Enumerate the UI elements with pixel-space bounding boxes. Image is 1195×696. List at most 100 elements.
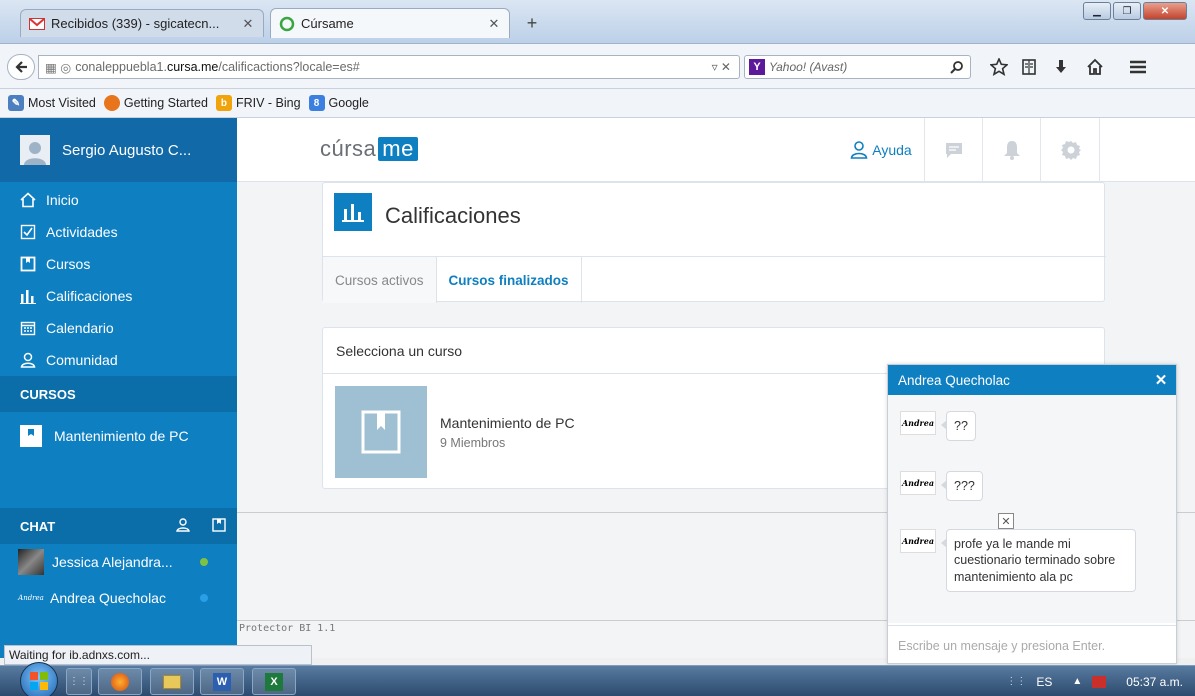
- language-indicator[interactable]: ES: [1036, 675, 1052, 689]
- course-name[interactable]: Mantenimiento de PC: [440, 415, 575, 431]
- sidebar-item-label: Calificaciones: [46, 288, 133, 304]
- sidebar-item-actividades[interactable]: Actividades: [0, 216, 237, 248]
- network-flag-icon[interactable]: [1092, 675, 1107, 688]
- windows-logo-icon: [30, 672, 48, 690]
- back-arrow-icon: [15, 61, 27, 73]
- sidebar-course-item[interactable]: Mantenimiento de PC: [0, 412, 237, 460]
- contact-avatar: [18, 549, 44, 575]
- contact-avatar: Andrea: [18, 591, 44, 605]
- show-hidden-icons-icon[interactable]: ▲: [1072, 676, 1082, 687]
- chat-message: Andrea ???: [900, 471, 983, 502]
- maximize-button[interactable]: ❐: [1113, 2, 1141, 20]
- most-visited-icon: ✎: [8, 95, 24, 111]
- chat-contact[interactable]: Andrea Andrea Quecholac: [0, 580, 237, 616]
- taskbar-excel[interactable]: X: [252, 668, 296, 695]
- taskbar-grip-icon: ⋮⋮: [66, 668, 92, 695]
- close-tab-icon[interactable]: ✕: [241, 16, 255, 32]
- tab-gmail[interactable]: Recibidos (339) - sgicatecn... ✕: [20, 9, 264, 37]
- sidebar-item-comunidad[interactable]: Comunidad: [0, 344, 237, 376]
- chat-contacts-icon[interactable]: [176, 518, 190, 532]
- notifications-button[interactable]: [983, 118, 1041, 182]
- cursame-logo[interactable]: cúrsa me: [320, 136, 418, 162]
- bookmark-getting-started[interactable]: Getting Started: [103, 95, 208, 111]
- word-icon: W: [213, 672, 231, 691]
- close-window-button[interactable]: ✕: [1143, 2, 1187, 20]
- address-bar[interactable]: ▦ ◎ conaleppuebla1. cursa.me/calificactio…: [38, 55, 740, 79]
- logo-text: cúrsa: [320, 136, 377, 161]
- minimize-button[interactable]: ▁: [1083, 2, 1111, 20]
- chat-courses-icon[interactable]: [212, 518, 226, 532]
- contact-name: Andrea Quecholac: [50, 590, 166, 606]
- chat-header-label: CHAT: [20, 518, 56, 534]
- google-icon: 8: [308, 95, 325, 111]
- chat-message: Andrea profe ya le mande mi cuestionario…: [900, 529, 1136, 592]
- book-icon: [361, 410, 401, 454]
- gear-icon: [1060, 141, 1081, 160]
- sender-avatar: Andrea: [900, 471, 936, 495]
- help-button[interactable]: Ayuda: [838, 118, 925, 182]
- messages-button[interactable]: [925, 118, 983, 182]
- sidebar-item-cursos[interactable]: Cursos: [0, 248, 237, 280]
- search-bar[interactable]: Y Yahoo! (Avast): [744, 55, 971, 79]
- search-icon[interactable]: [950, 60, 964, 74]
- taskbar-firefox[interactable]: [98, 668, 142, 695]
- taskbar-explorer[interactable]: [150, 668, 194, 695]
- bookmark-most-visited[interactable]: ✎ Most Visited: [8, 95, 96, 111]
- clock[interactable]: 05:37 a.m.: [1126, 675, 1183, 689]
- url-dropdown-stop-icon[interactable]: ▿ ✕: [712, 60, 731, 74]
- settings-button[interactable]: [1042, 118, 1100, 182]
- yahoo-icon[interactable]: Y: [749, 59, 765, 75]
- new-tab-button[interactable]: +: [522, 13, 542, 34]
- bookmark-label: Google: [328, 96, 369, 110]
- windows-taskbar: ⋮⋮ W X ⋮⋮ ES ▲ 05:37 a.m.: [0, 662, 1195, 696]
- chat-window-header[interactable]: Andrea Quecholac ✕: [888, 365, 1176, 395]
- calendar-icon: [20, 321, 36, 336]
- tab-cursos-activos[interactable]: Cursos activos: [323, 257, 437, 303]
- site-header: cúrsa me Ayuda: [237, 118, 1195, 182]
- sidebar-item-label: Cursos: [46, 256, 91, 272]
- footer-text: Protector BI 1.1: [239, 623, 336, 634]
- user-help-icon: [850, 141, 868, 159]
- bookmark-friv-bing[interactable]: b FRIV - Bing: [215, 95, 301, 111]
- start-button[interactable]: [20, 662, 58, 696]
- bar-chart-icon: [20, 290, 36, 304]
- url-domain: cursa.me: [166, 60, 219, 74]
- delete-message-icon[interactable]: ✕: [998, 513, 1014, 529]
- close-tab-icon[interactable]: ✕: [487, 16, 501, 32]
- site-identity-icon[interactable]: ▦ ◎: [45, 60, 71, 75]
- sidebar-item-calendario[interactable]: Calendario: [0, 312, 237, 344]
- taskbar-word[interactable]: W: [200, 668, 244, 695]
- logo-badge: me: [378, 137, 418, 161]
- excel-icon: X: [265, 672, 283, 691]
- sender-avatar: Andrea: [900, 529, 936, 553]
- tab-cursame[interactable]: Cúrsame ✕: [270, 8, 510, 38]
- bookmark-star-icon[interactable]: [990, 58, 1008, 76]
- away-status-icon: [200, 594, 208, 602]
- book-icon: [20, 256, 36, 272]
- menu-icon[interactable]: [1128, 58, 1148, 76]
- home-button-icon[interactable]: [1086, 58, 1104, 76]
- reading-list-icon[interactable]: [1020, 58, 1038, 76]
- url-path: /calificactions?locale=es#: [218, 60, 360, 74]
- tab-cursos-finalizados[interactable]: Cursos finalizados: [437, 257, 582, 303]
- download-icon[interactable]: [1052, 58, 1070, 76]
- courses-header: CURSOS: [0, 376, 237, 412]
- bookmark-label: Most Visited: [28, 96, 96, 110]
- sidebar-item-inicio[interactable]: Inicio: [0, 184, 237, 216]
- bookmarks-bar: ✎ Most Visited Getting Started b FRIV - Bi…: [0, 89, 1195, 118]
- checkbox-icon: [20, 224, 36, 240]
- chat-contact[interactable]: Jessica Alejandra...: [0, 544, 237, 580]
- close-icon[interactable]: ✕: [1152, 371, 1170, 389]
- help-label: Ayuda: [872, 142, 912, 158]
- chat-messages: Andrea ?? Andrea ??? ✕ Andrea profe ya l…: [888, 395, 1176, 623]
- back-button[interactable]: [7, 54, 35, 80]
- chat-contact-name: Andrea Quecholac: [898, 372, 1010, 388]
- sidebar-item-calificaciones[interactable]: Calificaciones: [0, 280, 237, 312]
- bookmark-google[interactable]: 8 Google: [308, 95, 369, 111]
- tab-title: Cúrsame: [301, 16, 354, 31]
- user-menu[interactable]: Sergio Augusto C...: [0, 118, 237, 182]
- message-bubble: ???: [941, 471, 983, 502]
- sidebar-course-label: Mantenimiento de PC: [54, 428, 189, 444]
- chat-message-input[interactable]: Escribe un mensaje y presiona Enter.: [888, 625, 1176, 665]
- course-thumbnail[interactable]: [335, 386, 427, 478]
